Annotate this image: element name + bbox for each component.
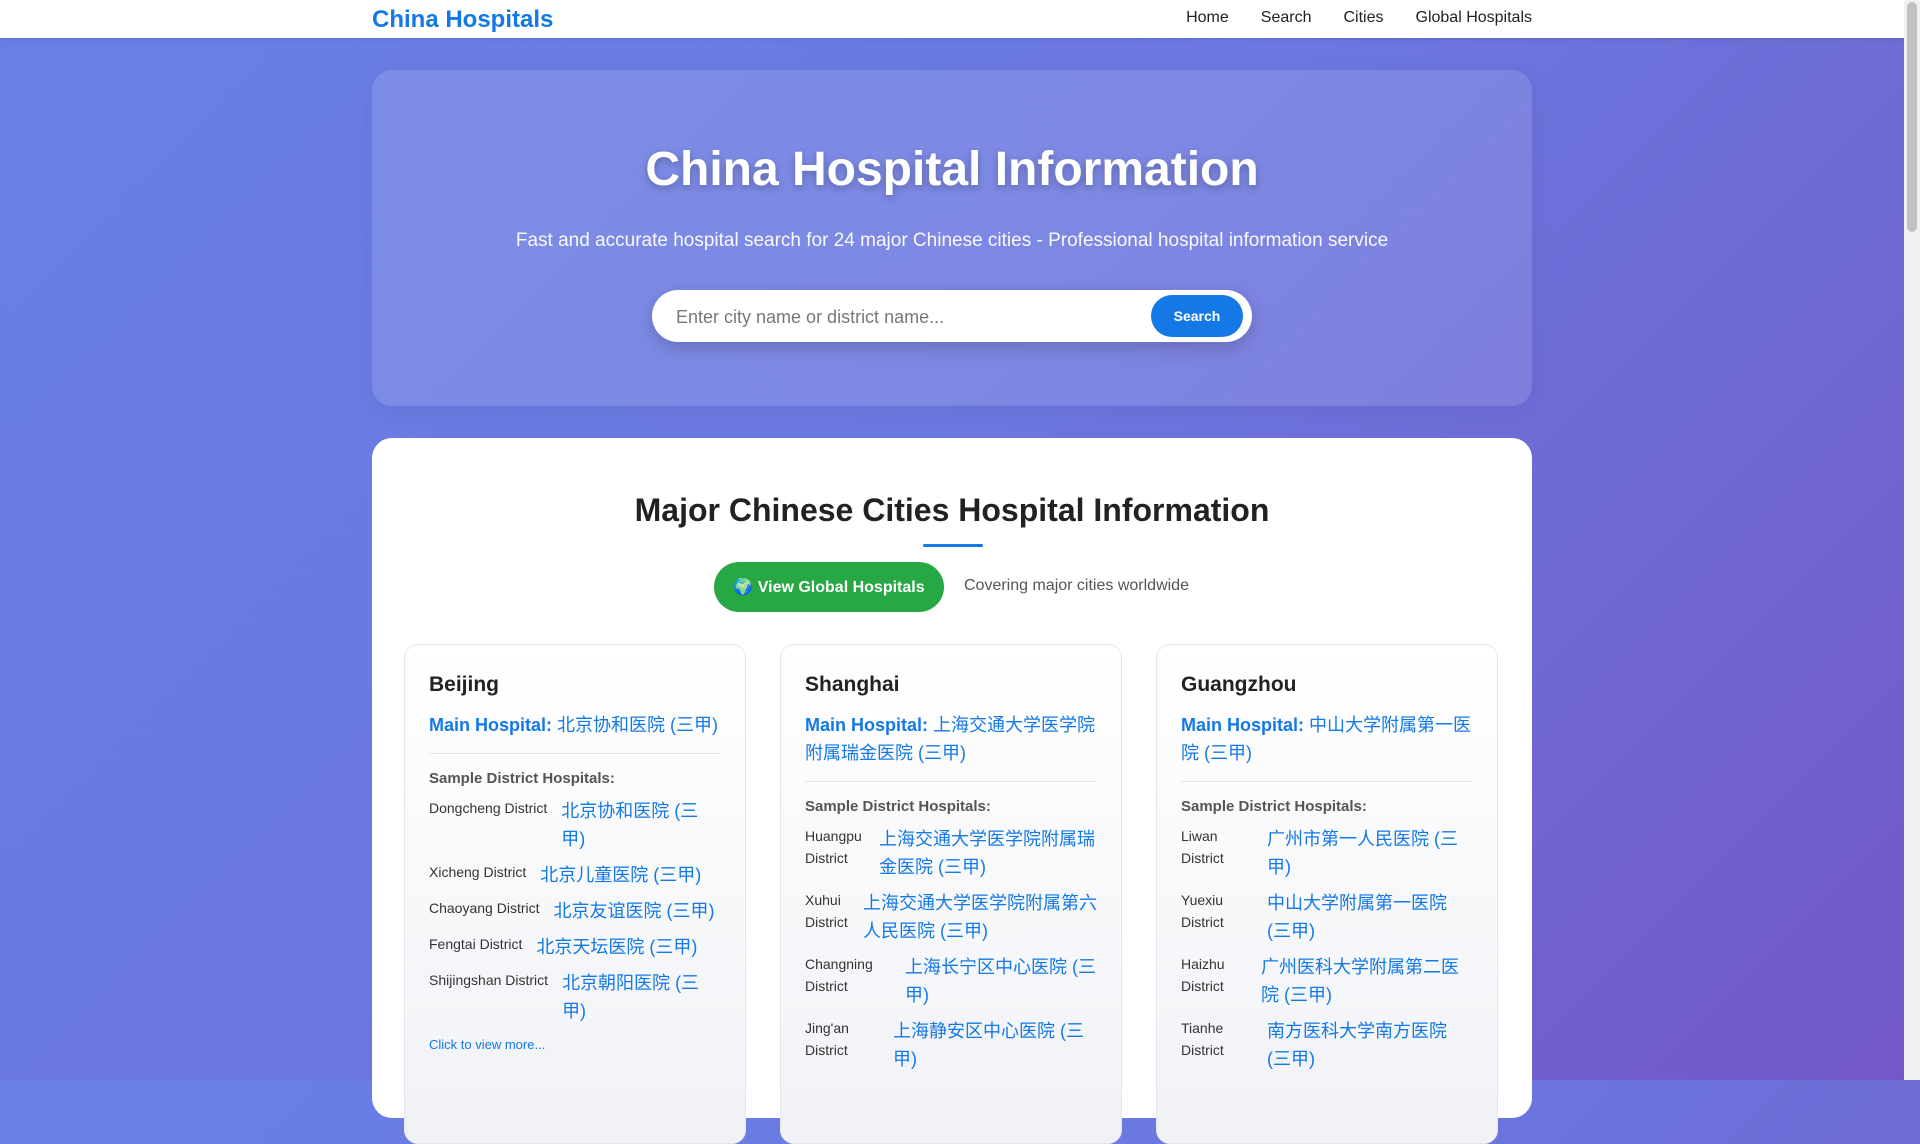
search-box: Search bbox=[652, 290, 1252, 342]
district-hospital-link[interactable]: 上海交通大学医学院附属第六人民医院 (三甲) bbox=[863, 889, 1097, 945]
district-hospital-link[interactable]: 北京儿童医院 (三甲) bbox=[540, 861, 721, 889]
district-hospital-link[interactable]: 北京友谊医院 (三甲) bbox=[554, 897, 722, 925]
district-row: Shijingshan District 北京朝阳医院 (三甲) bbox=[429, 969, 721, 1025]
city-name: Beijing bbox=[429, 673, 500, 696]
district-row: Liwan District 广州市第一人民医院 (三甲) bbox=[1181, 825, 1473, 881]
hero-subtitle: Fast and accurate hospital search for 24… bbox=[515, 230, 1389, 251]
district-hospital-link[interactable]: 南方医科大学南方医院 (三甲) bbox=[1267, 1017, 1473, 1073]
district-hospital-link[interactable]: 北京天坛医院 (三甲) bbox=[536, 933, 721, 961]
main-hospital: Main Hospital: 上海交通大学医学院附属瑞金医院 (三甲) bbox=[805, 711, 1097, 782]
district-row: Dongcheng District 北京协和医院 (三甲) bbox=[429, 797, 721, 853]
district-name: Fengtai District bbox=[429, 936, 523, 952]
district-name: Shijingshan District bbox=[429, 972, 549, 988]
hero-title: China Hospital Information bbox=[645, 143, 1259, 196]
city-name: Guangzhou bbox=[1181, 673, 1297, 696]
scrollbar-thumb[interactable] bbox=[1907, 2, 1917, 232]
nav-link-global-hospitals[interactable]: Global Hospitals bbox=[1416, 9, 1533, 27]
main-hospital-label: Main Hospital: bbox=[805, 715, 929, 735]
district-row: Chaoyang District 北京友谊医院 (三甲) bbox=[429, 897, 721, 925]
global-note: Covering major cities worldwide bbox=[964, 577, 1189, 594]
district-row: Jing'an District 上海静安区中心医院 (三甲) bbox=[805, 1017, 1097, 1073]
nav-link-search[interactable]: Search bbox=[1261, 9, 1312, 27]
main-hospital: Main Hospital: 中山大学附属第一医院 (三甲) bbox=[1181, 711, 1473, 782]
district-hospital-link[interactable]: 北京协和医院 (三甲) bbox=[561, 797, 721, 853]
search-input[interactable] bbox=[674, 302, 1118, 332]
district-hospital-link[interactable]: 上海静安区中心医院 (三甲) bbox=[893, 1017, 1097, 1073]
district-hospital-link[interactable]: 广州医科大学附属第二医院 (三甲) bbox=[1261, 953, 1473, 1009]
district-row: Tianhe District 南方医科大学南方医院 (三甲) bbox=[1181, 1017, 1473, 1073]
top-nav-bar: China Hospitals Home Search Cities Globa… bbox=[0, 0, 1904, 38]
main-hospital-link[interactable]: 北京协和医院 (三甲) bbox=[557, 715, 718, 735]
district-hospital-link[interactable]: 上海长宁区中心医院 (三甲) bbox=[905, 953, 1097, 1009]
page-scrollbar[interactable] bbox=[1904, 0, 1920, 1080]
sample-title: Sample District Hospitals: bbox=[1181, 798, 1367, 815]
search-button[interactable]: Search bbox=[1151, 295, 1243, 337]
district-name: Changning District bbox=[805, 956, 873, 994]
brand-logo-link[interactable]: China Hospitals bbox=[372, 6, 553, 34]
city-card-guangzhou[interactable]: Guangzhou Main Hospital: 中山大学附属第一医院 (三甲)… bbox=[1156, 644, 1498, 1144]
city-card-shanghai[interactable]: Shanghai Main Hospital: 上海交通大学医学院附属瑞金医院 … bbox=[780, 644, 1122, 1144]
global-row: 🌍 View Global Hospitals Covering major c… bbox=[372, 562, 1532, 614]
nav-links: Home Search Cities Global Hospitals bbox=[1186, 9, 1532, 27]
section-title: Major Chinese Cities Hospital Informatio… bbox=[634, 492, 1270, 528]
nav-link-cities[interactable]: Cities bbox=[1343, 9, 1383, 27]
district-name: Xicheng District bbox=[429, 864, 527, 880]
sample-title: Sample District Hospitals: bbox=[429, 770, 615, 787]
district-row: Xicheng District 北京儿童医院 (三甲) bbox=[429, 861, 721, 889]
city-card-beijing[interactable]: Beijing Main Hospital: 北京协和医院 (三甲) Sampl… bbox=[404, 644, 746, 1144]
district-name: Chaoyang District bbox=[429, 900, 540, 916]
sample-title: Sample District Hospitals: bbox=[805, 798, 991, 815]
view-global-hospitals-button[interactable]: 🌍 View Global Hospitals bbox=[714, 562, 944, 612]
cities-section: Major Chinese Cities Hospital Informatio… bbox=[372, 438, 1532, 1144]
district-name: Haizhu District bbox=[1181, 956, 1225, 994]
district-row: Haizhu District 广州医科大学附属第二医院 (三甲) bbox=[1181, 953, 1473, 1009]
main-hospital: Main Hospital: 北京协和医院 (三甲) bbox=[429, 711, 721, 754]
district-row: Fengtai District 北京天坛医院 (三甲) bbox=[429, 933, 721, 961]
district-row: Changning District 上海长宁区中心医院 (三甲) bbox=[805, 953, 1097, 1009]
district-hospital-link[interactable]: 北京朝阳医院 (三甲) bbox=[562, 969, 721, 1025]
city-name: Shanghai bbox=[805, 673, 900, 696]
main-hospital-label: Main Hospital: bbox=[1181, 715, 1305, 735]
hero-section: China Hospital Information Fast and accu… bbox=[372, 70, 1532, 406]
district-hospital-link[interactable]: 中山大学附属第一医院 (三甲) bbox=[1267, 889, 1473, 945]
district-name: Xuhui District bbox=[805, 892, 848, 930]
district-name: Liwan District bbox=[1181, 828, 1224, 866]
district-hospital-link[interactable]: 广州市第一人民医院 (三甲) bbox=[1267, 825, 1473, 881]
district-hospital-link[interactable]: 上海交通大学医学院附属瑞金医院 (三甲) bbox=[879, 825, 1097, 881]
main-hospital-label: Main Hospital: bbox=[429, 715, 553, 735]
district-name: Huangpu District bbox=[805, 828, 862, 866]
nav-link-home[interactable]: Home bbox=[1186, 9, 1229, 27]
district-row: Xuhui District 上海交通大学医学院附属第六人民医院 (三甲) bbox=[805, 889, 1097, 945]
district-name: Tianhe District bbox=[1181, 1020, 1224, 1058]
title-underline bbox=[923, 544, 983, 547]
view-more-link[interactable]: Click to view more... bbox=[429, 1037, 721, 1052]
district-name: Jing'an District bbox=[805, 1020, 849, 1058]
district-row: Yuexiu District 中山大学附属第一医院 (三甲) bbox=[1181, 889, 1473, 945]
district-name: Dongcheng District bbox=[429, 800, 548, 816]
district-row: Huangpu District 上海交通大学医学院附属瑞金医院 (三甲) bbox=[805, 825, 1097, 881]
district-name: Yuexiu District bbox=[1181, 892, 1224, 930]
